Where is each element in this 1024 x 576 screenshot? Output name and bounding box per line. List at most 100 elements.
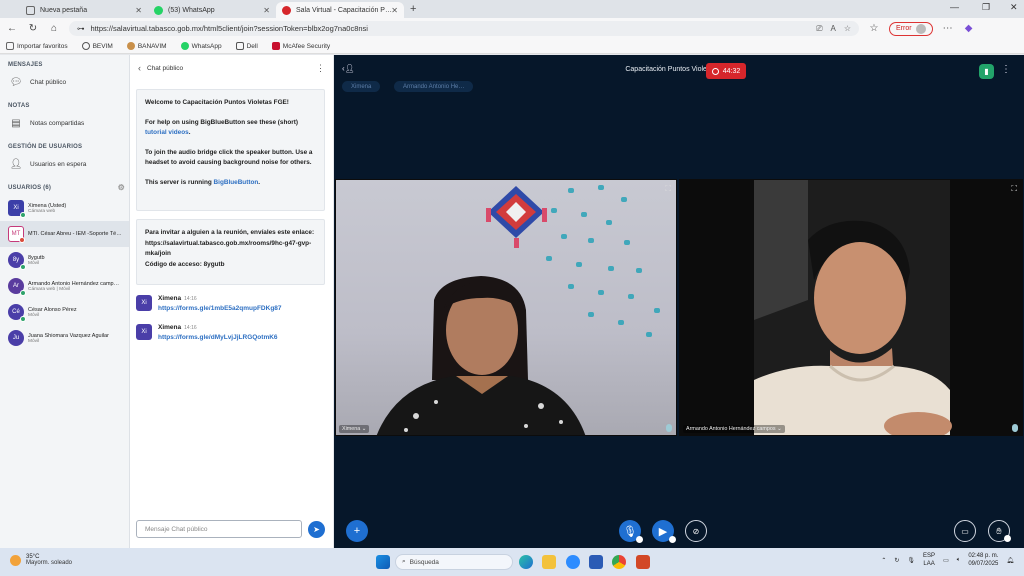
fullscreen-icon[interactable]: ⛶ [1011, 184, 1017, 194]
chat-message-input[interactable]: Mensaje Chat público [136, 520, 302, 538]
restore-icon[interactable]: ❐ [982, 2, 990, 13]
clock[interactable]: 02:48 p. m. 09/07/2025 [968, 552, 998, 568]
network-icon[interactable]: ▭ [943, 557, 949, 564]
favorite-star-icon[interactable]: ☆ [844, 24, 851, 34]
avatar: Ju [8, 330, 24, 346]
home-icon[interactable]: ⌂ [48, 23, 60, 34]
avatar: Ar [8, 278, 26, 296]
screen-share-icon[interactable]: ⎚ [816, 24, 822, 34]
plus-icon: + [353, 525, 361, 537]
hand-icon: ✋︎ [996, 525, 1002, 536]
options-menu-icon[interactable]: ⋮ [1001, 64, 1011, 75]
tab-whatsapp[interactable]: (53) WhatsApp ✕ [148, 2, 276, 18]
user-row[interactable]: MT MTI. César Abreu - IEM -Soporte Téc… [0, 221, 129, 247]
send-button[interactable]: ➤ [308, 521, 325, 538]
video-user-label[interactable]: Ximena ⌄ [339, 425, 370, 433]
close-icon[interactable]: ✕ [263, 6, 270, 15]
recording-indicator[interactable]: 44:32 [706, 63, 746, 79]
read-aloud-icon[interactable]: A [830, 24, 835, 34]
video-tile[interactable]: ⛶ Ximena ⌄ [335, 179, 677, 436]
mic-tray-icon[interactable]: 🎙︎ [907, 557, 915, 564]
browser-tab-strip: Nueva pestaña ✕ (53) WhatsApp ✕ Sala Vir… [0, 0, 1024, 18]
import-icon [6, 42, 14, 50]
settings-gear-icon[interactable]: ⚙ [118, 183, 125, 192]
invite-text: Para invitar a alguien a la reunión, env… [145, 229, 315, 236]
volume-icon[interactable]: 🔈︎ [957, 557, 961, 564]
presentation-button[interactable]: ▭ [954, 520, 976, 542]
raise-hand-button[interactable]: ✋︎ [988, 520, 1011, 542]
edge-icon[interactable] [519, 555, 533, 569]
notifications-icon[interactable]: 🔔︎ [1006, 557, 1014, 564]
screen-share-button[interactable]: ⊘ [685, 520, 707, 542]
weather-widget[interactable]: 35°C Mayorm. soleado [10, 554, 72, 566]
language-indicator[interactable]: ESP LAA [923, 552, 935, 568]
taskbar-search[interactable]: ⌕ Búsqueda [395, 554, 513, 570]
user-row[interactable]: Ju Juana Shiomara Vazquez Aguilar Móvil [0, 325, 129, 351]
bookmark-whatsapp[interactable]: WhatsApp [180, 42, 222, 50]
microphone-button[interactable]: 🎙︎ [619, 520, 643, 543]
waiting-users-item[interactable]: 👤︎ Usuarios en espera [0, 150, 129, 178]
close-icon[interactable]: ✕ [391, 6, 398, 15]
video-tile[interactable]: ⛶ Armando Antonio Hernández campos ⌄ [679, 179, 1023, 436]
copilot-icon[interactable]: ◆ [963, 23, 975, 34]
more-options-icon[interactable]: ⋮ [316, 63, 325, 74]
avatar: MT [8, 226, 25, 243]
camera-button[interactable]: ▶ [652, 520, 676, 543]
camera-feed [754, 180, 952, 435]
new-tab-button[interactable]: + [410, 3, 416, 15]
reload-icon[interactable]: ↻ [27, 23, 39, 34]
send-icon: ➤ [313, 525, 320, 534]
message-link[interactable]: https://forms.gle/dMyLvjJjLRGQotmK6 [158, 334, 278, 341]
bookmark-label: McAfee Security [282, 42, 331, 50]
user-name: Armando Antonio Hernández camp… [28, 280, 120, 287]
video-user-label[interactable]: Armando Antonio Hernández campos ⌄ [683, 425, 785, 433]
invite-link[interactable]: https://salavirtual.tabasco.gob.mx/rooms… [145, 239, 316, 260]
word-icon[interactable] [589, 555, 603, 569]
bookmark-label: BEVIM [92, 42, 113, 50]
favorites-icon[interactable]: ☆ [868, 23, 880, 34]
address-bar[interactable]: ⊶ https://salavirtual.tabasco.gob.mx/htm… [69, 21, 859, 36]
status-dot [20, 316, 26, 322]
record-icon [711, 67, 719, 75]
user-row[interactable]: 8y 8ygutb Móvil [0, 247, 129, 273]
bookmark-mcafee[interactable]: McAfee Security [271, 42, 331, 50]
powerpoint-icon[interactable] [636, 555, 650, 569]
zoom-icon[interactable] [566, 555, 580, 569]
user-row[interactable]: Ar Armando Antonio Hernández camp… Cámara… [0, 273, 129, 299]
chrome-icon[interactable] [612, 555, 626, 569]
public-chat-item[interactable]: 💬︎ Chat público [0, 68, 129, 96]
more-menu-icon[interactable]: ⋯ [942, 23, 954, 34]
site-info-icon[interactable]: ⊶ [77, 24, 85, 33]
bookmark-banavim[interactable]: BANAVIM [126, 42, 167, 50]
chevron-left-icon[interactable]: ‹ [138, 63, 141, 73]
chat-icon: 💬︎ [9, 76, 23, 88]
avatar: Cé [8, 304, 26, 322]
tab-new-tab[interactable]: Nueva pestaña ✕ [20, 2, 148, 18]
user-list-panel: MENSAJES 💬︎ Chat público NOTAS ▤ Notas c… [0, 55, 130, 548]
user-row[interactable]: Cé César Alonso Pérez Móvil [0, 299, 129, 325]
sync-icon[interactable]: ↻ [894, 557, 899, 564]
fullscreen-icon[interactable]: ⛶ [665, 184, 671, 194]
minimize-icon[interactable]: — [950, 2, 959, 12]
bigbluebutton-link[interactable]: BigBlueButton [214, 179, 259, 186]
actions-plus-button[interactable]: + [346, 520, 368, 542]
window-close-icon[interactable]: ✕ [1010, 2, 1018, 13]
bookmark-dell[interactable]: Dell [235, 42, 258, 50]
close-icon[interactable]: ✕ [135, 6, 142, 15]
user-row[interactable]: Xi Ximena (Usted) Cámara web [0, 195, 129, 221]
shared-notes-item[interactable]: ▤ Notas compartidas [0, 109, 129, 137]
tab-sala-virtual[interactable]: Sala Virtual - Capacitación P… ✕ [276, 2, 404, 18]
tutorial-videos-link[interactable]: tutorial videos [145, 129, 189, 136]
chevron-up-icon[interactable]: ⌃ [881, 557, 886, 564]
back-icon[interactable]: ← [6, 23, 18, 34]
message-link[interactable]: https://forms.gle/1mbE5a2qmupFDKg87 [158, 305, 282, 312]
profile-error-button[interactable]: Error [889, 21, 933, 36]
file-explorer-icon[interactable] [542, 555, 556, 569]
bookmark-bevim[interactable]: BEVIM [81, 42, 113, 50]
bookmark-import[interactable]: Importar favoritos [6, 42, 68, 50]
video-user-name: Armando Antonio Hernández campos [686, 426, 776, 432]
windows-start-icon[interactable] [376, 555, 390, 569]
status-dot [19, 237, 25, 243]
connection-status-icon[interactable]: ▮ [979, 64, 994, 79]
recording-timer: 44:32 [722, 67, 741, 75]
